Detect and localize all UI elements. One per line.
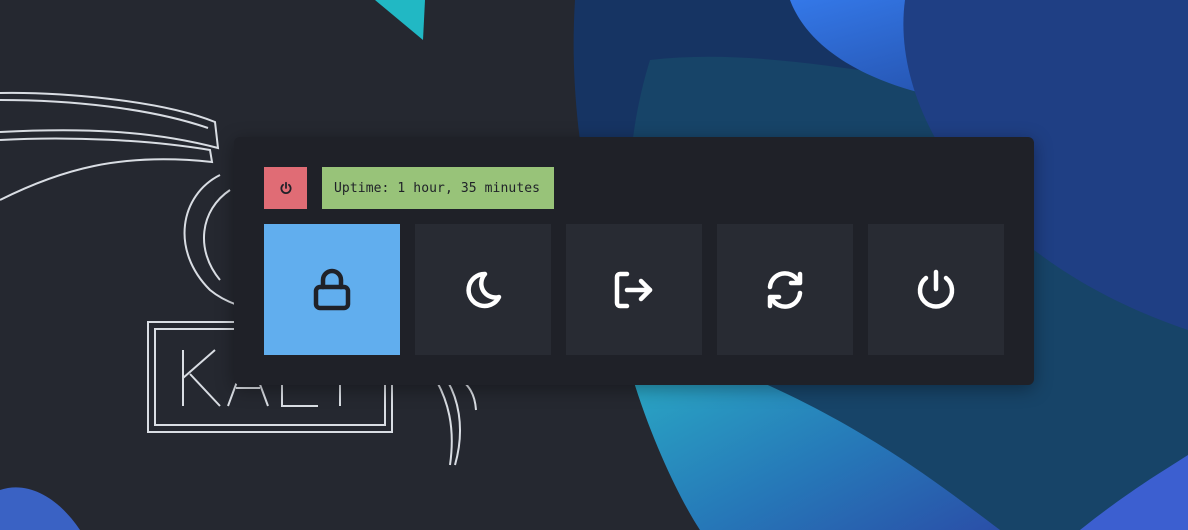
shutdown-button[interactable]	[868, 224, 1004, 355]
moon-icon	[466, 271, 502, 308]
power-menu: Uptime: 1 hour, 35 minutes	[234, 137, 1034, 385]
suspend-button[interactable]	[415, 224, 551, 355]
lock-icon	[313, 268, 351, 310]
power-icon	[280, 181, 291, 194]
uptime-label: Uptime: 1 hour, 35 minutes	[322, 167, 554, 209]
logout-icon	[614, 271, 653, 308]
reboot-button[interactable]	[717, 224, 853, 355]
power-badge	[264, 167, 307, 209]
lock-button[interactable]	[264, 224, 400, 355]
power-icon	[917, 269, 955, 309]
logout-button[interactable]	[566, 224, 702, 355]
reboot-icon	[767, 270, 803, 309]
action-list	[264, 224, 1004, 355]
